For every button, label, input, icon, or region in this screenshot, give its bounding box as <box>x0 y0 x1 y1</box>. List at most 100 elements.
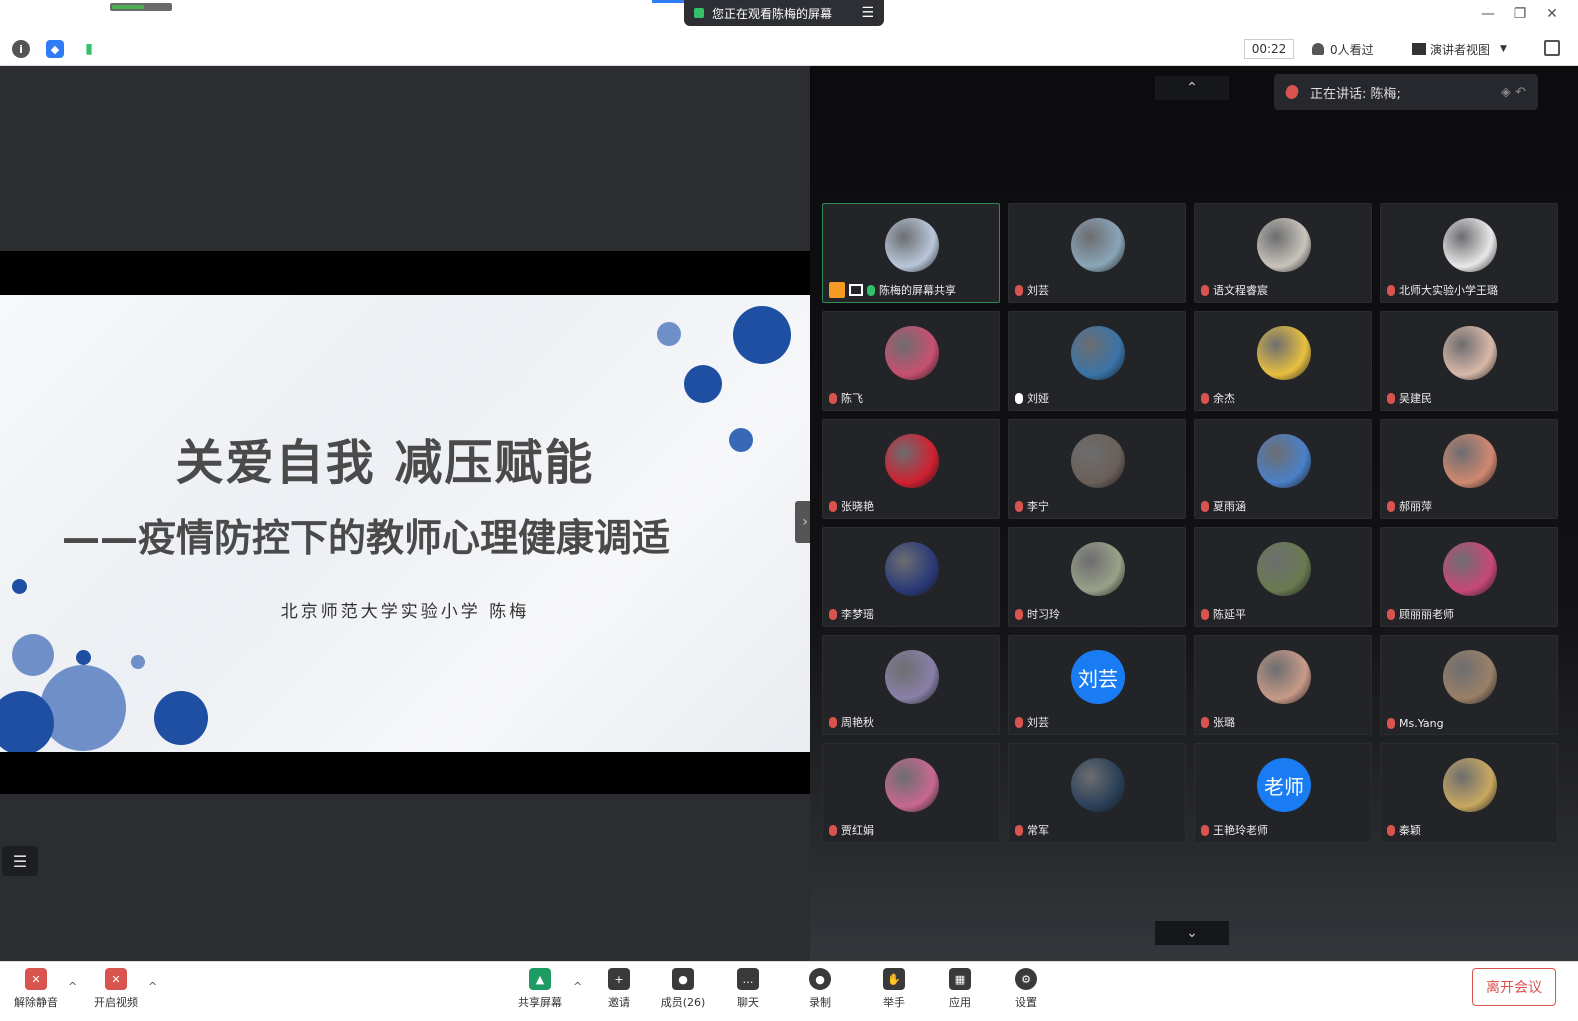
view-mode-dropdown[interactable]: 演讲者视图 ▼ <box>1412 39 1530 59</box>
participant-name: 顾丽丽老师 <box>1399 608 1454 621</box>
shield-icon[interactable]: ◆ <box>46 40 64 58</box>
participant-tile[interactable]: 老师 王艳玲老师 <box>1194 743 1372 843</box>
participant-name-row: 刘娅 <box>1015 390 1049 406</box>
participant-name: 常军 <box>1027 824 1049 837</box>
avatar <box>1443 650 1497 704</box>
apps-button[interactable]: ▦ 应用 <box>930 968 990 1010</box>
menu-icon[interactable]: ☰ <box>861 5 874 21</box>
chevron-up-icon[interactable]: ^ <box>68 980 77 993</box>
participant-tile[interactable]: 李宁 <box>1008 419 1186 519</box>
participant-name-row: Ms.Yang <box>1387 717 1444 730</box>
close-button[interactable]: ✕ <box>1542 6 1562 22</box>
chevron-up-icon[interactable]: ^ <box>148 980 157 993</box>
decor-circle <box>131 655 145 669</box>
start-video-button[interactable]: ✕ 开启视频 <box>86 968 146 1010</box>
decor-circle <box>12 634 54 676</box>
participant-tile[interactable]: 余杰 <box>1194 311 1372 411</box>
participant-tile[interactable]: 语文程睿宸 <box>1194 203 1372 303</box>
avatar <box>1257 326 1311 380</box>
share-screen-button[interactable]: ▲ 共享屏幕 <box>510 968 570 1010</box>
members-label: 成员(26) <box>660 996 706 1009</box>
signal-icon[interactable]: ▮ <box>80 40 98 58</box>
mic-icon <box>867 284 875 296</box>
participant-tile[interactable]: 顾丽丽老师 <box>1380 527 1558 627</box>
chevron-down-icon[interactable]: ⌄ <box>1155 921 1229 945</box>
participant-name-row: 余杰 <box>1201 390 1235 406</box>
mic-muted-icon <box>829 824 837 836</box>
avatar <box>1071 326 1125 380</box>
unmute-button[interactable]: ✕ 解除静音 <box>6 968 66 1010</box>
participant-tile[interactable]: 张璐 <box>1194 635 1372 735</box>
participant-tile[interactable]: 陈飞 <box>822 311 1000 411</box>
participant-tile[interactable]: 秦颖 <box>1380 743 1558 843</box>
avatar <box>885 650 939 704</box>
participant-tile[interactable]: 周艳秋 <box>822 635 1000 735</box>
mic-muted-icon <box>1201 500 1209 512</box>
participant-tile[interactable]: 李梦瑶 <box>822 527 1000 627</box>
presentation-slide: 关爱自我 减压赋能 ——疫情防控下的教师心理健康调适 北京师范大学实验小学 陈梅 <box>0 295 810 753</box>
avatar <box>1443 218 1497 272</box>
list-icon[interactable]: ☰ <box>2 846 38 876</box>
mic-muted-icon <box>1387 608 1395 620</box>
participant-tile[interactable]: Ms.Yang <box>1380 635 1558 735</box>
members-button[interactable]: ● 成员(26) <box>653 968 713 1010</box>
invite-button[interactable]: + 邀请 <box>589 968 649 1010</box>
avatar <box>885 434 939 488</box>
participant-tile[interactable]: 北师大实验小学王璐 <box>1380 203 1558 303</box>
avatar <box>1443 542 1497 596</box>
mic-muted-icon <box>1387 500 1395 512</box>
raise-hand-button[interactable]: ✋ 举手 <box>864 968 924 1010</box>
participant-tile[interactable]: 陈延平 <box>1194 527 1372 627</box>
avatar <box>1443 434 1497 488</box>
mic-muted-icon <box>1387 718 1395 729</box>
avatar <box>1071 434 1125 488</box>
settings-button[interactable]: ⚙ 设置 <box>996 968 1056 1010</box>
participant-tile[interactable]: 常军 <box>1008 743 1186 843</box>
shared-screen-area: 关爱自我 减压赋能 ——疫情防控下的教师心理健康调适 北京师范大学实验小学 陈梅… <box>0 66 815 961</box>
participant-name: 余杰 <box>1213 392 1235 405</box>
participant-name-row: 北师大实验小学王璐 <box>1387 282 1498 298</box>
participant-tile[interactable]: 贾红娟 <box>822 743 1000 843</box>
record-label: 录制 <box>809 996 831 1009</box>
restore-button[interactable]: ❐ <box>1510 6 1530 22</box>
participant-tile[interactable]: 夏雨涵 <box>1194 419 1372 519</box>
hand-icon: ✋ <box>883 968 905 990</box>
chat-button[interactable]: … 聊天 <box>718 968 778 1010</box>
members-icon: ● <box>672 968 694 990</box>
minimize-button[interactable]: — <box>1478 6 1498 22</box>
record-button[interactable]: ● 录制 <box>790 968 850 1010</box>
decor-circle <box>733 306 791 364</box>
slide-title: 关爱自我 减压赋能 <box>175 435 595 491</box>
participant-name-row: 时习玲 <box>1015 606 1060 622</box>
active-speaker-bar: 正在讲话: 陈梅; ◈ ↶ <box>1274 74 1538 110</box>
pin-icon[interactable]: ◈ ↶ <box>1501 85 1526 100</box>
participant-tile[interactable]: 郝丽萍 <box>1380 419 1558 519</box>
participant-tile[interactable]: 吴建民 <box>1380 311 1558 411</box>
viewers-count[interactable]: 0人看过 <box>1312 39 1374 59</box>
info-icon[interactable]: i <box>12 40 30 58</box>
participant-name: 张晓艳 <box>841 500 874 513</box>
participant-tile[interactable]: 刘娅 <box>1008 311 1186 411</box>
participant-tile[interactable]: 陈梅的屏幕共享 <box>822 203 1000 303</box>
share-banner[interactable]: 您正在观看陈梅的屏幕 ☰ <box>684 0 884 26</box>
participant-name-row: 顾丽丽老师 <box>1387 606 1454 622</box>
participant-name: 刘娅 <box>1027 392 1049 405</box>
participant-tile[interactable]: 刘芸 刘芸 <box>1008 635 1186 735</box>
fullscreen-icon[interactable] <box>1544 40 1560 56</box>
apps-label: 应用 <box>949 996 971 1009</box>
participant-name: 秦颖 <box>1399 824 1421 837</box>
participant-tile[interactable]: 时习玲 <box>1008 527 1186 627</box>
participant-name-row: 贾红娟 <box>829 822 874 838</box>
decor-circle <box>657 322 681 346</box>
chevron-up-icon[interactable]: ^ <box>573 980 582 993</box>
participant-name: 夏雨涵 <box>1213 500 1246 513</box>
leave-meeting-button[interactable]: 离开会议 <box>1472 968 1556 1006</box>
chevron-up-icon[interactable]: ⌃ <box>1155 76 1229 100</box>
host-icon <box>829 282 845 298</box>
participant-name: 语文程睿宸 <box>1213 284 1268 297</box>
chat-icon: … <box>737 968 759 990</box>
participant-tile[interactable]: 刘芸 <box>1008 203 1186 303</box>
participant-tile[interactable]: 张晓艳 <box>822 419 1000 519</box>
participant-name-row: 常军 <box>1015 822 1049 838</box>
participant-name: 刘芸 <box>1027 716 1049 729</box>
